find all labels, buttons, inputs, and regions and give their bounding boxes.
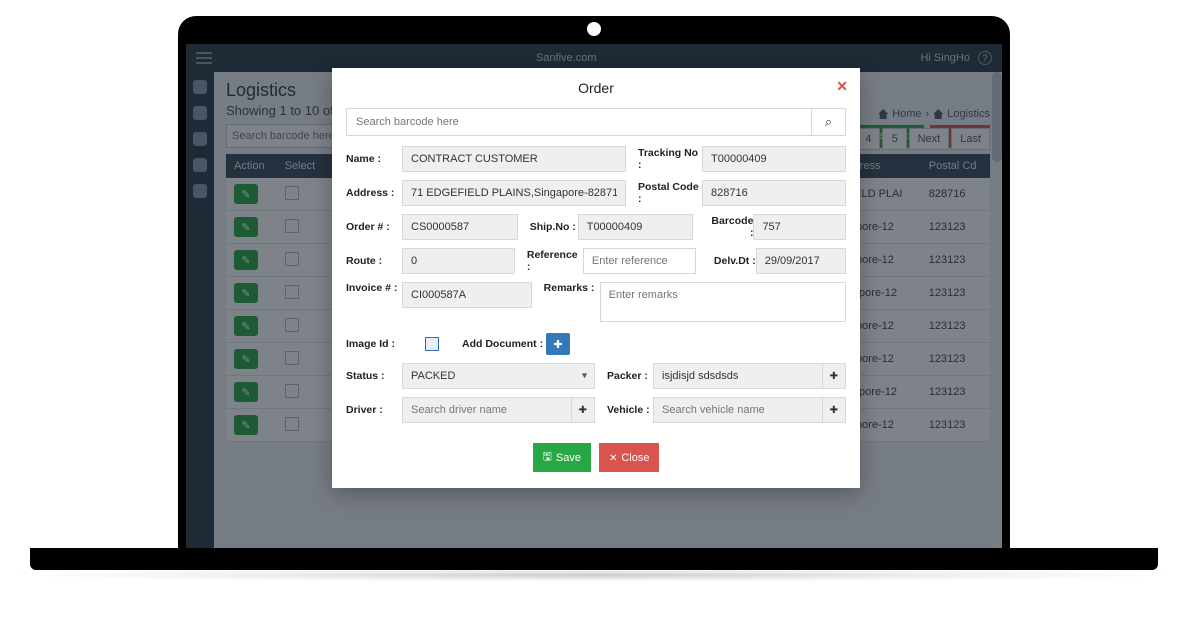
lbl-driver: Driver : [346,404,402,416]
camera-dot [587,22,601,36]
order-modal: Order ✕ Name : Tracking No : Address : [332,68,860,488]
lbl-postal: Postal Code : [638,181,702,205]
modal-footer: Save Close [346,431,846,472]
lbl-invoice: Invoice # : [346,282,402,294]
lbl-imageid: Image Id : [346,338,402,350]
address-field[interactable] [402,180,626,206]
app-screen: Sanfive.com Hi SingHo Logistics Showing … [186,44,1002,548]
modal-searchbar [346,108,846,136]
lbl-name: Name : [346,153,402,165]
lbl-order: Order # : [346,221,402,233]
close-icon[interactable]: ✕ [836,78,848,95]
modal-header: Order ✕ [332,68,860,108]
modal-body: Name : Tracking No : Address : Postal Co… [332,108,860,488]
laptop-screen-wrap: Sanfive.com Hi SingHo Logistics Showing … [178,44,1010,548]
close-icon [609,452,617,464]
lbl-tracking: Tracking No : [638,147,702,171]
lbl-adddoc: Add Document : [462,338,546,350]
driver-add-icon[interactable] [571,397,595,423]
lbl-reference: Reference : [527,249,583,273]
route-field[interactable] [402,248,515,274]
tracking-field[interactable] [702,146,846,172]
modal-title: Order [578,80,614,96]
lbl-status: Status : [346,370,402,382]
driver-field[interactable] [402,397,571,423]
modal-search-input[interactable] [346,108,812,136]
search-icon[interactable] [812,108,846,136]
laptop-base [30,548,1158,570]
reference-field[interactable] [583,248,696,274]
lbl-address: Address : [346,187,402,199]
lbl-packer: Packer : [607,370,653,382]
order-field[interactable] [402,214,518,240]
lbl-remarks: Remarks : [544,282,600,294]
save-button[interactable]: Save [533,443,591,472]
name-field[interactable] [402,146,626,172]
vehicle-add-icon[interactable] [822,397,846,423]
lbl-route: Route : [346,255,402,267]
shipno-field[interactable] [578,214,694,240]
postal-field[interactable] [702,180,846,206]
lbl-barcode: Barcode : [705,215,753,239]
status-select[interactable] [402,363,595,389]
lbl-delvdt: Delv.Dt : [708,255,756,267]
vehicle-field[interactable] [653,397,822,423]
laptop-shadow [0,568,1188,582]
close-button[interactable]: Close [599,443,660,472]
laptop-top-bezel [178,16,1010,44]
delvdt-field[interactable] [756,248,846,274]
save-icon [543,448,552,467]
remarks-field[interactable] [600,282,846,322]
packer-add-icon[interactable] [822,363,846,389]
lbl-vehicle: Vehicle : [607,404,653,416]
lbl-shipno: Ship.No : [530,221,578,233]
image-icon[interactable] [425,337,439,351]
barcode-field[interactable] [753,214,846,240]
add-document-button[interactable] [546,333,570,355]
invoice-field[interactable] [402,282,532,308]
packer-field[interactable] [653,363,822,389]
